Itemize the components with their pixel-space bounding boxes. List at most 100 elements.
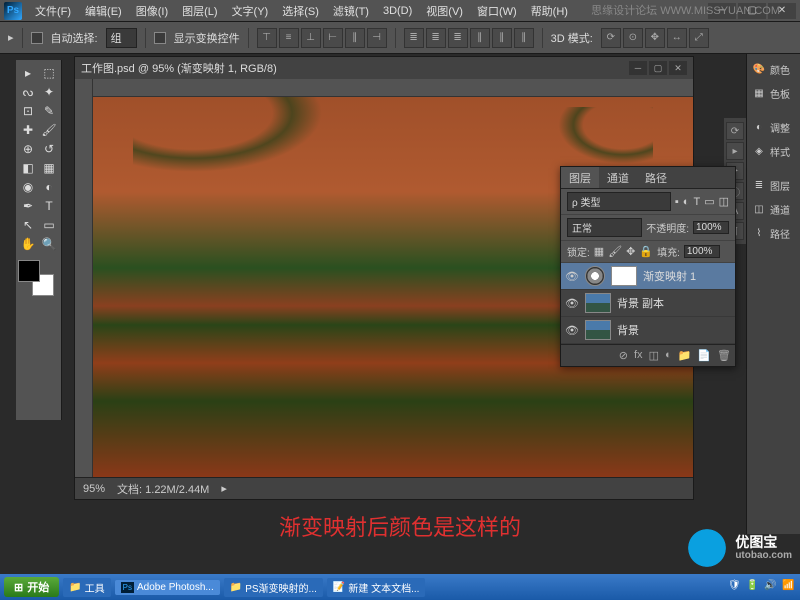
pen-tool[interactable]: ✒: [18, 197, 38, 215]
dist-top-icon[interactable]: ≣: [404, 28, 424, 48]
3d-slide-icon[interactable]: ↔: [667, 28, 687, 48]
menu-select[interactable]: 选择(S): [275, 3, 326, 19]
type-tool[interactable]: T: [39, 197, 59, 215]
brush-tool[interactable]: 🖌: [39, 121, 59, 139]
layer-row[interactable]: 👁 背景 副本: [561, 290, 735, 317]
dock-layers[interactable]: ≣图层: [749, 174, 798, 196]
lock-pixel-icon[interactable]: 🖌: [608, 245, 622, 258]
blur-tool[interactable]: ◉: [18, 178, 38, 196]
layer-name[interactable]: 背景: [617, 322, 639, 338]
move-tool[interactable]: ▸: [18, 64, 38, 82]
dock-paths[interactable]: ⌇路径: [749, 222, 798, 244]
shape-tool[interactable]: ▭: [39, 216, 59, 234]
dodge-tool[interactable]: ◐: [39, 178, 59, 196]
menu-image[interactable]: 图像(I): [129, 3, 175, 19]
layer-thumbnail[interactable]: [585, 266, 605, 286]
visibility-icon[interactable]: 👁: [565, 324, 579, 337]
align-left-icon[interactable]: ⊢: [323, 28, 343, 48]
blend-mode-select[interactable]: 正常: [567, 218, 642, 237]
show-transform-checkbox[interactable]: [154, 32, 166, 44]
color-swatches[interactable]: [18, 260, 54, 296]
link-layers-icon[interactable]: ⊘: [619, 349, 628, 362]
dock-swatches[interactable]: ▦色板: [749, 82, 798, 104]
tray-icon[interactable]: 🔋: [746, 580, 760, 594]
align-right-icon[interactable]: ⊣: [367, 28, 387, 48]
layer-name[interactable]: 渐变映射 1: [643, 268, 696, 284]
stamp-tool[interactable]: ⊕: [18, 140, 38, 158]
auto-select-dropdown[interactable]: 组: [106, 28, 137, 48]
align-vcenter-icon[interactable]: ≡: [279, 28, 299, 48]
menu-edit[interactable]: 编辑(E): [78, 3, 129, 19]
auto-select-checkbox[interactable]: [31, 32, 43, 44]
lock-pos-icon[interactable]: ✥: [626, 245, 635, 258]
dock-channels[interactable]: ◫通道: [749, 198, 798, 220]
filter-type-icon[interactable]: T: [693, 196, 700, 208]
dock-color[interactable]: 🎨颜色: [749, 58, 798, 80]
doc-minimize-button[interactable]: ─: [629, 61, 647, 75]
new-group-icon[interactable]: 📁: [678, 349, 692, 362]
taskbar-item[interactable]: PsAdobe Photosh...: [115, 580, 220, 595]
doc-info[interactable]: 文档: 1.22M/2.44M: [117, 481, 209, 497]
opacity-input[interactable]: 100%: [693, 221, 729, 234]
start-button[interactable]: ⊞ 开始: [4, 577, 59, 597]
taskbar-item[interactable]: 📝新建 文本文档...: [327, 578, 426, 597]
align-top-icon[interactable]: ⊤: [257, 28, 277, 48]
menu-3d[interactable]: 3D(D): [376, 5, 419, 17]
marquee-tool[interactable]: ⬚: [39, 64, 59, 82]
tab-channels[interactable]: 通道: [599, 167, 637, 188]
menu-help[interactable]: 帮助(H): [524, 3, 575, 19]
layer-row[interactable]: 👁 背景: [561, 317, 735, 344]
dist-vcenter-icon[interactable]: ≣: [426, 28, 446, 48]
layer-mask-thumbnail[interactable]: [611, 266, 637, 286]
fill-input[interactable]: 100%: [684, 245, 720, 258]
gradient-tool[interactable]: ▦: [39, 159, 59, 177]
dist-left-icon[interactable]: ∥: [470, 28, 490, 48]
3d-orbit-icon[interactable]: ⟳: [601, 28, 621, 48]
dock-adjustments[interactable]: ◐调整: [749, 116, 798, 138]
menu-filter[interactable]: 滤镜(T): [326, 3, 376, 19]
menu-view[interactable]: 视图(V): [419, 3, 470, 19]
dock-styles[interactable]: ◈样式: [749, 140, 798, 162]
menu-layer[interactable]: 图层(L): [175, 3, 224, 19]
filter-adj-icon[interactable]: ◐: [683, 196, 690, 208]
menu-window[interactable]: 窗口(W): [470, 3, 524, 19]
add-mask-icon[interactable]: ◫: [649, 349, 659, 362]
dist-bottom-icon[interactable]: ≣: [448, 28, 468, 48]
layer-kind-select[interactable]: ρ 类型: [567, 192, 671, 211]
eyedropper-tool[interactable]: ✎: [39, 102, 59, 120]
filter-smart-icon[interactable]: ◫: [719, 195, 729, 208]
visibility-icon[interactable]: 👁: [565, 270, 579, 283]
history-brush-tool[interactable]: ↺: [39, 140, 59, 158]
tray-icon[interactable]: 🛡: [728, 580, 742, 594]
align-hcenter-icon[interactable]: ∥: [345, 28, 365, 48]
delete-layer-icon[interactable]: 🗑: [717, 349, 731, 362]
zoom-level[interactable]: 95%: [83, 483, 105, 495]
ruler-horizontal[interactable]: [93, 79, 693, 97]
filter-pixel-icon[interactable]: ▪: [675, 196, 679, 208]
zoom-tool[interactable]: 🔍: [39, 235, 59, 253]
taskbar-item[interactable]: 📁工具: [63, 578, 110, 597]
dist-right-icon[interactable]: ∥: [514, 28, 534, 48]
statusbar-arrow-icon[interactable]: ▸: [221, 482, 227, 495]
path-tool[interactable]: ↖: [18, 216, 38, 234]
lasso-tool[interactable]: ᔓ: [18, 83, 38, 101]
system-tray[interactable]: 🛡 🔋 🔊 📶: [728, 580, 796, 594]
tab-layers[interactable]: 图层: [561, 167, 599, 188]
new-layer-icon[interactable]: 📄: [697, 349, 711, 362]
tab-paths[interactable]: 路径: [637, 167, 675, 188]
menu-file[interactable]: 文件(F): [28, 3, 78, 19]
eraser-tool[interactable]: ◧: [18, 159, 38, 177]
wand-tool[interactable]: ✦: [39, 83, 59, 101]
lock-all-icon[interactable]: 🔒: [639, 245, 653, 258]
align-bottom-icon[interactable]: ⊥: [301, 28, 321, 48]
3d-pan-icon[interactable]: ✥: [645, 28, 665, 48]
tray-icon[interactable]: 📶: [782, 580, 796, 594]
doc-maximize-button[interactable]: ▢: [649, 61, 667, 75]
3d-scale-icon[interactable]: ⤢: [689, 28, 709, 48]
doc-close-button[interactable]: ✕: [669, 61, 687, 75]
visibility-icon[interactable]: 👁: [565, 297, 579, 310]
layer-row[interactable]: 👁 渐变映射 1: [561, 263, 735, 290]
filter-shape-icon[interactable]: ▭: [704, 195, 714, 208]
history-panel-icon[interactable]: ⟳: [726, 122, 744, 140]
dist-hcenter-icon[interactable]: ∥: [492, 28, 512, 48]
